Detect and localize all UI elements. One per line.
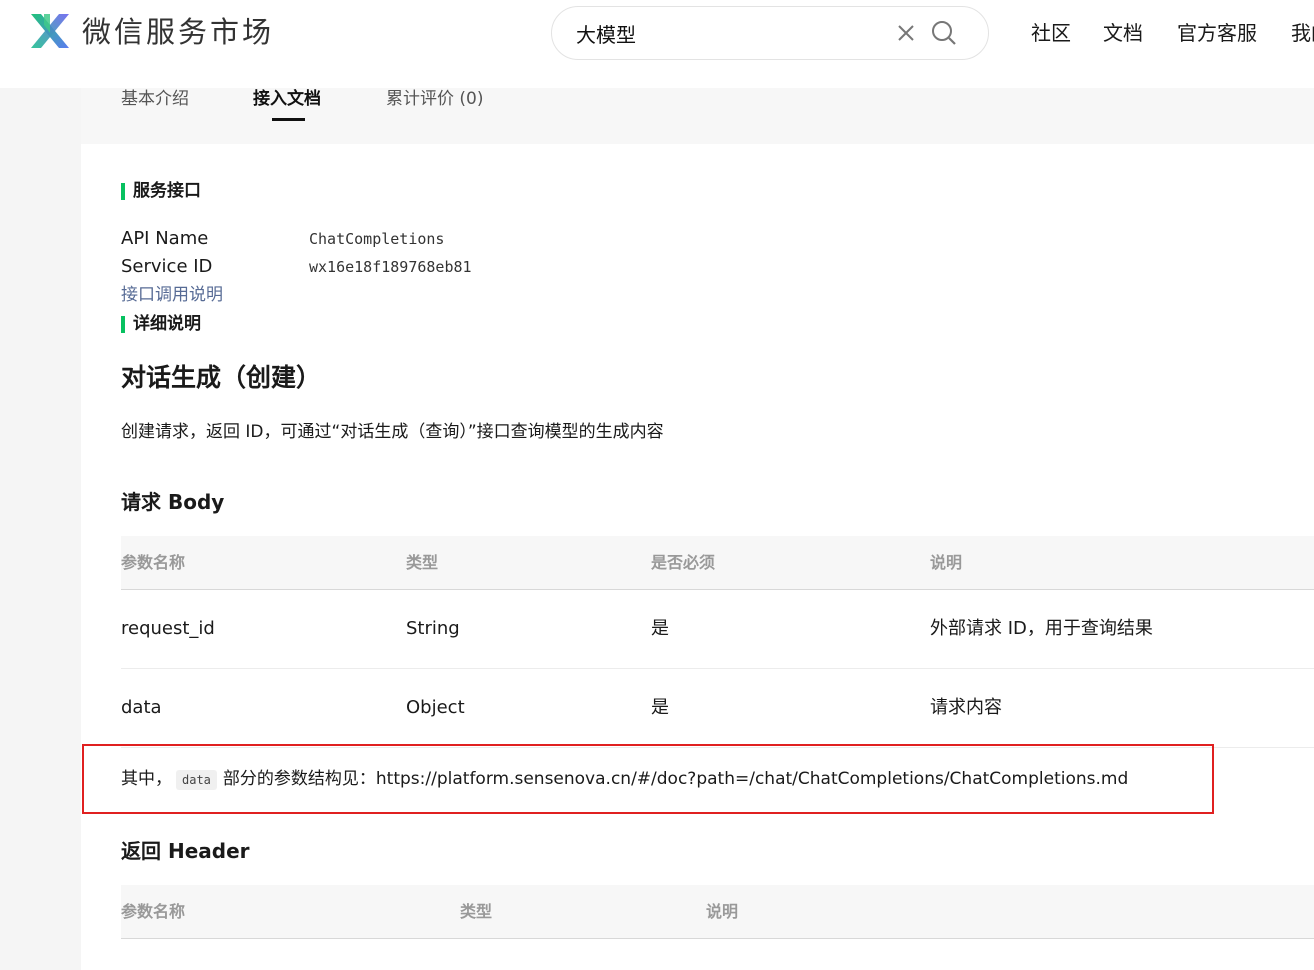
cell-required: 是 (651, 697, 669, 718)
content-panel: 基本介绍 接入文档 累计评价 (0) 服务接口 API Name ChatCom… (81, 88, 1314, 970)
api-name-label: API Name (121, 228, 209, 249)
nav-community[interactable]: 社区 (1031, 20, 1071, 46)
column-header-type: 类型 (406, 553, 439, 572)
column-header-required: 是否必须 (651, 553, 716, 572)
response-header-table-header: 参数名称 类型 说明 (121, 885, 1314, 939)
tab-reviews[interactable]: 累计评价 (0) (386, 88, 483, 110)
request-body-heading: 请求 Body (121, 490, 225, 514)
clear-icon[interactable] (894, 21, 918, 45)
brand-name[interactable]: 微信服务市场 (82, 13, 274, 51)
search-icon[interactable] (930, 19, 958, 47)
column-header-param-name: 参数名称 (121, 902, 186, 921)
cell-required: 是 (651, 618, 669, 639)
tab-integration-docs[interactable]: 接入文档 (253, 88, 321, 110)
api-name-value: ChatCompletions (309, 230, 445, 248)
top-bar: 微信服务市场 社区 文档 官方客服 我的 (0, 0, 1314, 88)
cell-type: Object (406, 697, 465, 718)
column-header-type: 类型 (460, 902, 493, 921)
description-text: 创建请求，返回 ID，可通过“对话生成（查询）”接口查询模型的生成内容 (121, 422, 664, 442)
nav-official-support[interactable]: 官方客服 (1177, 20, 1257, 46)
response-header-heading: 返回 Header (121, 839, 250, 863)
wechat-service-market-logo[interactable] (30, 13, 70, 49)
search-input[interactable] (576, 17, 876, 49)
table-row: data Object 是 请求内容 (121, 669, 1314, 748)
nav-docs[interactable]: 文档 (1103, 20, 1143, 46)
cell-description: 外部请求 ID，用于查询结果 (930, 618, 1153, 639)
highlight-box (82, 744, 1214, 814)
tab-basic-intro[interactable]: 基本介绍 (121, 88, 189, 110)
table-row: request_id String 是 外部请求 ID，用于查询结果 (121, 590, 1314, 669)
cell-param-name: request_id (121, 618, 215, 639)
cell-description: 请求内容 (930, 697, 1002, 718)
active-tab-indicator (272, 118, 305, 121)
service-id-label: Service ID (121, 256, 213, 277)
request-body-table-header: 参数名称 类型 是否必须 说明 (121, 536, 1314, 590)
search-box (551, 6, 989, 60)
section-title-details: 详细说明 (121, 313, 201, 335)
column-header-description: 说明 (706, 902, 739, 921)
cell-type: String (406, 618, 460, 639)
column-header-description: 说明 (930, 553, 963, 572)
api-usage-doc-link[interactable]: 接口调用说明 (121, 284, 223, 306)
nav-mine[interactable]: 我的 (1291, 20, 1314, 46)
tab-bar: 基本介绍 接入文档 累计评价 (0) (81, 88, 1314, 144)
service-id-value: wx16e18f189768eb81 (309, 258, 472, 276)
section-title-service-interface: 服务接口 (121, 180, 201, 202)
cell-param-name: data (121, 697, 162, 718)
page-title: 对话生成（创建） (121, 363, 322, 392)
column-header-param-name: 参数名称 (121, 553, 186, 572)
